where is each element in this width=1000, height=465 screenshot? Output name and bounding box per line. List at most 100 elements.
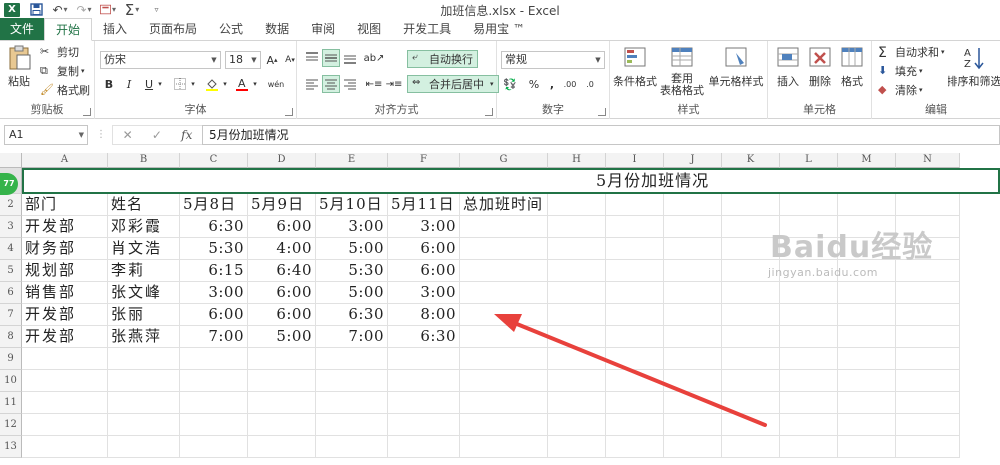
cell-j6[interactable] bbox=[664, 282, 722, 304]
redo-icon[interactable]: ↷ ▾ bbox=[76, 2, 92, 18]
cell-l6[interactable] bbox=[780, 282, 838, 304]
tab-view[interactable]: 视图 bbox=[346, 18, 392, 40]
cell-k12[interactable] bbox=[722, 414, 780, 436]
column-header-c[interactable]: C bbox=[180, 153, 248, 168]
cell-n10[interactable] bbox=[896, 370, 960, 392]
select-all-corner[interactable] bbox=[0, 153, 22, 168]
cell-a5[interactable]: 规划部 bbox=[22, 260, 108, 282]
tab-easy-tools[interactable]: 易用宝 ™ bbox=[462, 18, 536, 40]
increase-indent-button[interactable]: ⇥≡ bbox=[385, 75, 403, 93]
cell-m11[interactable] bbox=[838, 392, 896, 414]
cell-a2[interactable]: 部门 bbox=[22, 194, 108, 216]
save-icon[interactable] bbox=[28, 2, 44, 18]
cell-b7[interactable]: 张丽 bbox=[108, 304, 180, 326]
cell-e11[interactable] bbox=[316, 392, 388, 414]
cell-g10[interactable] bbox=[460, 370, 548, 392]
cell-j3[interactable] bbox=[664, 216, 722, 238]
cell-n13[interactable] bbox=[896, 436, 960, 458]
cell-g5[interactable] bbox=[460, 260, 548, 282]
cell-f7[interactable]: 8:00 bbox=[388, 304, 460, 326]
cell-f9[interactable] bbox=[388, 348, 460, 370]
cell-a10[interactable] bbox=[22, 370, 108, 392]
cell-m6[interactable] bbox=[838, 282, 896, 304]
cell-j13[interactable] bbox=[664, 436, 722, 458]
tab-home[interactable]: 开始 bbox=[44, 18, 93, 41]
cell-d13[interactable] bbox=[248, 436, 316, 458]
fill-color-dropdown[interactable]: ▾ bbox=[220, 75, 230, 93]
cell-f11[interactable] bbox=[388, 392, 460, 414]
fill-color-button[interactable] bbox=[203, 75, 221, 93]
cell-e8[interactable]: 7:00 bbox=[316, 326, 388, 348]
border-button[interactable] bbox=[171, 75, 189, 93]
cell-g6[interactable] bbox=[460, 282, 548, 304]
row-header-12[interactable]: 12 bbox=[0, 414, 22, 436]
cell-f12[interactable] bbox=[388, 414, 460, 436]
cell-h13[interactable] bbox=[548, 436, 606, 458]
row-header-11[interactable]: 11 bbox=[0, 392, 22, 414]
cell-f6[interactable]: 3:00 bbox=[388, 282, 460, 304]
column-header-b[interactable]: B bbox=[108, 153, 180, 168]
fill-button[interactable]: ⬇ 填充 ▾ bbox=[878, 63, 923, 79]
cell-e12[interactable] bbox=[316, 414, 388, 436]
cell-d10[interactable] bbox=[248, 370, 316, 392]
cell-a8[interactable]: 开发部 bbox=[22, 326, 108, 348]
cell-n8[interactable] bbox=[896, 326, 960, 348]
cell-i6[interactable] bbox=[606, 282, 664, 304]
cell-a9[interactable] bbox=[22, 348, 108, 370]
confirm-icon[interactable]: ✓ bbox=[152, 128, 162, 142]
tab-insert[interactable]: 插入 bbox=[92, 18, 138, 40]
insert-function-icon[interactable]: fx bbox=[181, 128, 192, 142]
cell-e3[interactable]: 3:00 bbox=[316, 216, 388, 238]
cell-i5[interactable] bbox=[606, 260, 664, 282]
cell-i12[interactable] bbox=[606, 414, 664, 436]
column-header-h[interactable]: H bbox=[548, 153, 606, 168]
cell-b11[interactable] bbox=[108, 392, 180, 414]
cell-n2[interactable] bbox=[896, 194, 960, 216]
cell-l12[interactable] bbox=[780, 414, 838, 436]
wrap-text-button[interactable]: ⤶ 自动换行 bbox=[407, 50, 478, 68]
tab-page-layout[interactable]: 页面布局 bbox=[138, 18, 208, 40]
column-header-f[interactable]: F bbox=[388, 153, 460, 168]
orientation-button[interactable]: ab↗ bbox=[364, 49, 385, 67]
cell-e10[interactable] bbox=[316, 370, 388, 392]
cancel-icon[interactable]: ✕ bbox=[123, 128, 133, 142]
align-right-button[interactable] bbox=[341, 75, 359, 93]
cell-c4[interactable]: 5:30 bbox=[180, 238, 248, 260]
cell-g13[interactable] bbox=[460, 436, 548, 458]
cell-b13[interactable] bbox=[108, 436, 180, 458]
percent-button[interactable]: % bbox=[525, 75, 543, 93]
column-header-j[interactable]: J bbox=[664, 153, 722, 168]
cell-i7[interactable] bbox=[606, 304, 664, 326]
row-header-6[interactable]: 6 bbox=[0, 282, 22, 304]
column-header-k[interactable]: K bbox=[722, 153, 780, 168]
cell-h12[interactable] bbox=[548, 414, 606, 436]
cell-i13[interactable] bbox=[606, 436, 664, 458]
cell-f8[interactable]: 6:30 bbox=[388, 326, 460, 348]
cell-d6[interactable]: 6:00 bbox=[248, 282, 316, 304]
clipboard-launcher-icon[interactable] bbox=[83, 108, 91, 116]
cell-j4[interactable] bbox=[664, 238, 722, 260]
number-launcher-icon[interactable] bbox=[598, 108, 606, 116]
autosum-button[interactable]: Σ 自动求和 ▾ bbox=[878, 44, 945, 61]
font-launcher-icon[interactable] bbox=[285, 108, 293, 116]
cell-b10[interactable] bbox=[108, 370, 180, 392]
cell-b2[interactable]: 姓名 bbox=[108, 194, 180, 216]
row-header-4[interactable]: 4 bbox=[0, 238, 22, 260]
cell-m13[interactable] bbox=[838, 436, 896, 458]
cell-k11[interactable] bbox=[722, 392, 780, 414]
cell-f13[interactable] bbox=[388, 436, 460, 458]
cell-i9[interactable] bbox=[606, 348, 664, 370]
merge-center-button[interactable]: ⇔ 合并后居中 ▾ bbox=[407, 75, 499, 93]
cell-c13[interactable] bbox=[180, 436, 248, 458]
sort-filter-button[interactable]: AZ 排序和筛选 bbox=[948, 45, 1000, 89]
sum-icon[interactable]: Σ ▾ bbox=[124, 1, 140, 19]
column-header-m[interactable]: M bbox=[838, 153, 896, 168]
cell-g3[interactable] bbox=[460, 216, 548, 238]
cell-e6[interactable]: 5:00 bbox=[316, 282, 388, 304]
cell-d5[interactable]: 6:40 bbox=[248, 260, 316, 282]
cell-n7[interactable] bbox=[896, 304, 960, 326]
cell-a7[interactable]: 开发部 bbox=[22, 304, 108, 326]
cell-g11[interactable] bbox=[460, 392, 548, 414]
cell-g9[interactable] bbox=[460, 348, 548, 370]
cell-c9[interactable] bbox=[180, 348, 248, 370]
